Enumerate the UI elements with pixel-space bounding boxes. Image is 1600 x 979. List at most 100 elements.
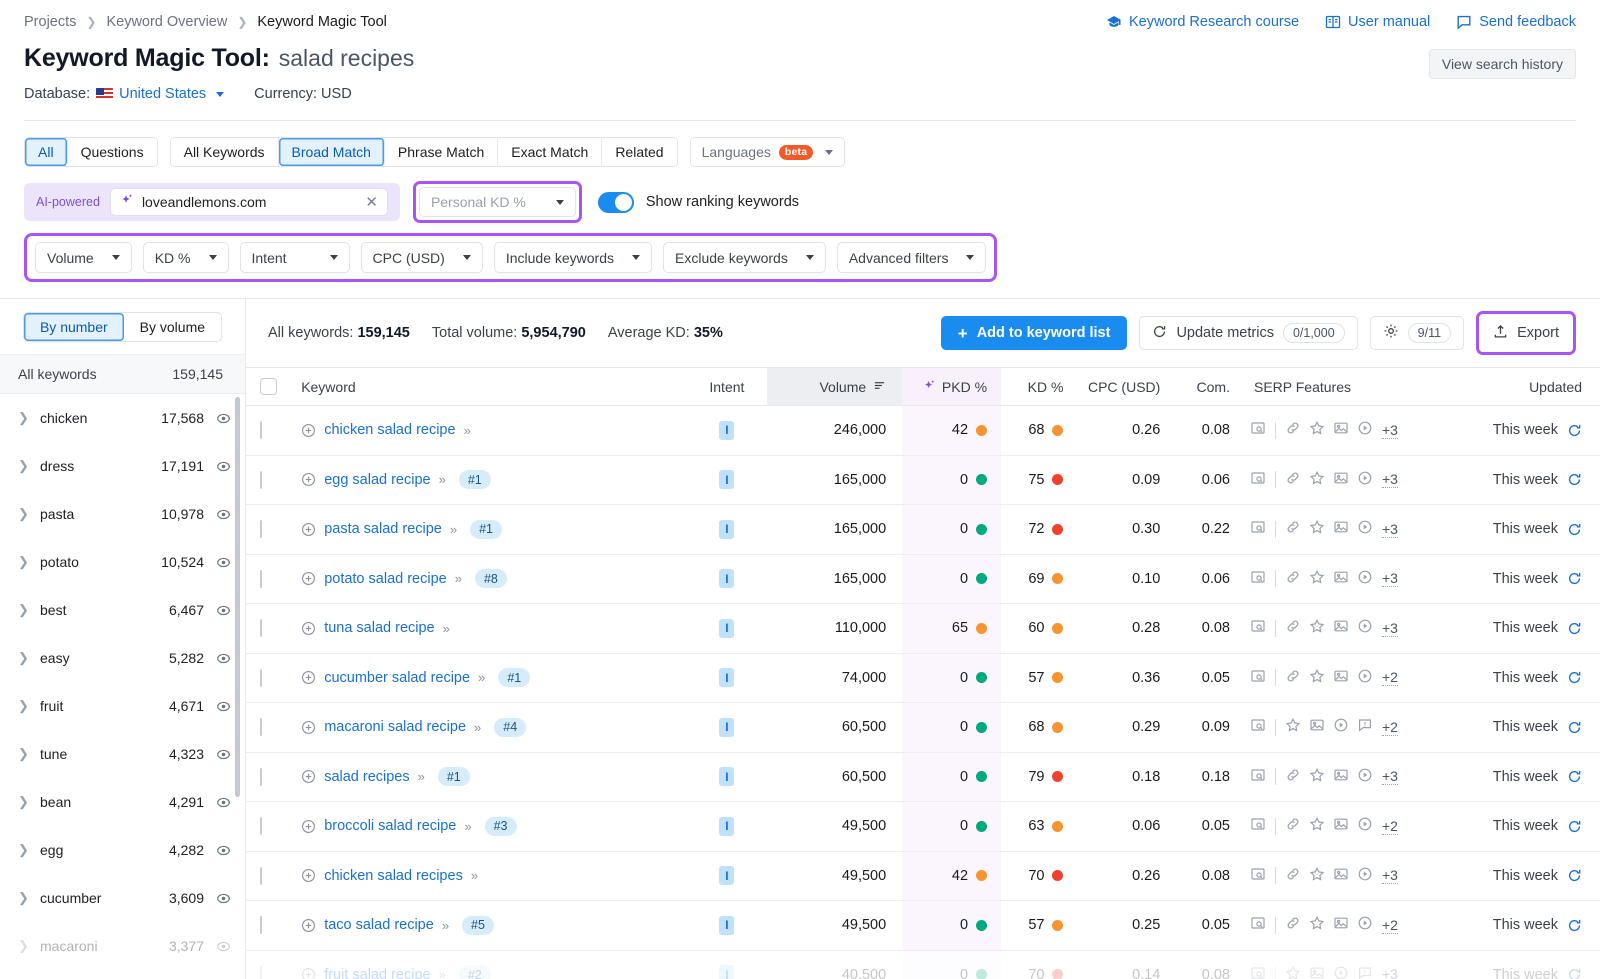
video-icon[interactable]: [1357, 866, 1373, 886]
intent-badge[interactable]: I: [719, 965, 734, 979]
refresh-icon[interactable]: [1567, 621, 1582, 636]
eye-icon[interactable]: [216, 555, 231, 570]
database-selector[interactable]: Database: United States: [24, 86, 224, 102]
row-checkbox[interactable]: [260, 619, 262, 637]
add-keyword-icon[interactable]: [301, 918, 316, 933]
row-checkbox[interactable]: [260, 817, 262, 835]
keyword-link[interactable]: fruit salad recipe: [324, 967, 430, 979]
row-checkbox[interactable]: [260, 471, 262, 489]
serp-more-count[interactable]: +3: [1382, 422, 1398, 439]
table-row[interactable]: tuna salad recipe»I110,00065600.280.08+3…: [246, 604, 1600, 654]
link-icon[interactable]: [1285, 915, 1301, 935]
star-icon[interactable]: [1309, 470, 1325, 490]
video-icon[interactable]: [1333, 965, 1349, 979]
table-row[interactable]: pasta salad recipe»#1I165,0000720.300.22…: [246, 505, 1600, 555]
refresh-icon[interactable]: [1567, 720, 1582, 735]
table-row[interactable]: cucumber salad recipe»#1I74,0000570.360.…: [246, 653, 1600, 703]
image-icon[interactable]: [1333, 569, 1349, 589]
link-icon[interactable]: [1285, 816, 1301, 836]
star-icon[interactable]: [1309, 816, 1325, 836]
keyword-expand-icon[interactable]: »: [455, 571, 461, 586]
keyword-link[interactable]: salad recipes: [324, 769, 409, 785]
table-row[interactable]: fruit salad recipe»#2I40,5000700.140.08+…: [246, 950, 1600, 979]
serp-more-count[interactable]: +3: [1382, 471, 1398, 488]
video-icon[interactable]: [1357, 470, 1373, 490]
sidebar-group-item[interactable]: ❯egg4,282: [0, 826, 245, 874]
sidebar-item-all-keywords[interactable]: All keywords 159,145: [0, 354, 245, 394]
tab-all[interactable]: All: [25, 138, 68, 166]
export-button[interactable]: Export: [1481, 316, 1571, 350]
chevron-right-icon[interactable]: ❯: [18, 842, 34, 858]
image-icon[interactable]: [1333, 618, 1349, 638]
video-icon[interactable]: [1357, 816, 1373, 836]
header-keyword[interactable]: Keyword: [293, 368, 686, 406]
add-keyword-icon[interactable]: [301, 571, 316, 586]
image-icon[interactable]: [1333, 767, 1349, 787]
row-checkbox[interactable]: [260, 768, 262, 786]
keyword-expand-icon[interactable]: »: [478, 670, 484, 685]
row-checkbox[interactable]: [260, 570, 262, 588]
star-icon[interactable]: [1285, 717, 1301, 737]
chevron-right-icon[interactable]: ❯: [18, 890, 34, 906]
sidebar-mode-by-number[interactable]: By number: [24, 313, 124, 341]
snippet-icon[interactable]: [1250, 470, 1266, 490]
add-keyword-icon[interactable]: [301, 720, 316, 735]
eye-icon[interactable]: [216, 651, 231, 666]
star-icon[interactable]: [1285, 965, 1301, 979]
link-icon[interactable]: [1285, 668, 1301, 688]
languages-dropdown[interactable]: Languages beta: [690, 137, 846, 167]
keyword-link[interactable]: egg salad recipe: [324, 472, 430, 488]
serp-more-count[interactable]: +2: [1382, 818, 1398, 835]
add-keyword-icon[interactable]: [301, 819, 316, 834]
table-row[interactable]: salad recipes»#1I60,5000790.180.18+3This…: [246, 752, 1600, 802]
serp-more-count[interactable]: +2: [1382, 669, 1398, 686]
table-row[interactable]: macaroni salad recipe»#4I60,5000680.290.…: [246, 703, 1600, 753]
sidebar-group-item[interactable]: ❯bean4,291: [0, 778, 245, 826]
serp-more-count[interactable]: +2: [1382, 719, 1398, 736]
filter-kd[interactable]: KD %: [143, 242, 229, 273]
filter-advanced[interactable]: Advanced filters: [837, 242, 987, 273]
send-feedback-link[interactable]: Send feedback: [1456, 14, 1576, 30]
header-cpc[interactable]: CPC (USD): [1077, 368, 1176, 406]
serp-more-count[interactable]: +3: [1382, 768, 1398, 785]
eye-icon[interactable]: [216, 699, 231, 714]
sidebar-group-item[interactable]: ❯cucumber3,609: [0, 874, 245, 922]
user-manual-link[interactable]: User manual: [1325, 14, 1430, 30]
keyword-link[interactable]: pasta salad recipe: [324, 521, 442, 537]
chevron-right-icon[interactable]: ❯: [18, 458, 34, 474]
filter-cpc[interactable]: CPC (USD): [361, 242, 483, 273]
refresh-icon[interactable]: [1567, 571, 1582, 586]
breadcrumb-item-keyword-overview[interactable]: Keyword Overview: [106, 14, 227, 30]
chevron-right-icon[interactable]: ❯: [18, 794, 34, 810]
intent-badge[interactable]: I: [719, 718, 734, 737]
row-checkbox[interactable]: [260, 669, 262, 687]
chevron-right-icon[interactable]: ❯: [18, 410, 34, 426]
keyword-expand-icon[interactable]: »: [443, 621, 449, 636]
table-row[interactable]: potato salad recipe»#8I165,0000690.100.0…: [246, 554, 1600, 604]
sidebar-group-item[interactable]: ❯pasta10,978: [0, 490, 245, 538]
review-icon[interactable]: [1357, 965, 1373, 979]
chevron-right-icon[interactable]: ❯: [18, 554, 34, 570]
image-icon[interactable]: [1333, 519, 1349, 539]
image-icon[interactable]: [1333, 915, 1349, 935]
eye-icon[interactable]: [216, 507, 231, 522]
refresh-icon[interactable]: [1567, 967, 1582, 979]
snippet-icon[interactable]: [1250, 866, 1266, 886]
star-icon[interactable]: [1309, 519, 1325, 539]
view-search-history-button[interactable]: View search history: [1429, 49, 1576, 79]
eye-icon[interactable]: [216, 795, 231, 810]
eye-icon[interactable]: [216, 603, 231, 618]
eye-icon[interactable]: [216, 843, 231, 858]
star-icon[interactable]: [1309, 767, 1325, 787]
tab-related[interactable]: Related: [602, 138, 676, 166]
breadcrumb-item-projects[interactable]: Projects: [24, 14, 76, 30]
keyword-expand-icon[interactable]: »: [439, 967, 445, 979]
link-icon[interactable]: [1285, 866, 1301, 886]
eye-icon[interactable]: [216, 747, 231, 762]
tab-phrase-match[interactable]: Phrase Match: [385, 138, 498, 166]
keyword-expand-icon[interactable]: »: [464, 819, 470, 834]
star-icon[interactable]: [1309, 420, 1325, 440]
sidebar-mode-by-volume[interactable]: By volume: [124, 313, 221, 341]
snippet-icon[interactable]: [1250, 569, 1266, 589]
snippet-icon[interactable]: [1250, 519, 1266, 539]
